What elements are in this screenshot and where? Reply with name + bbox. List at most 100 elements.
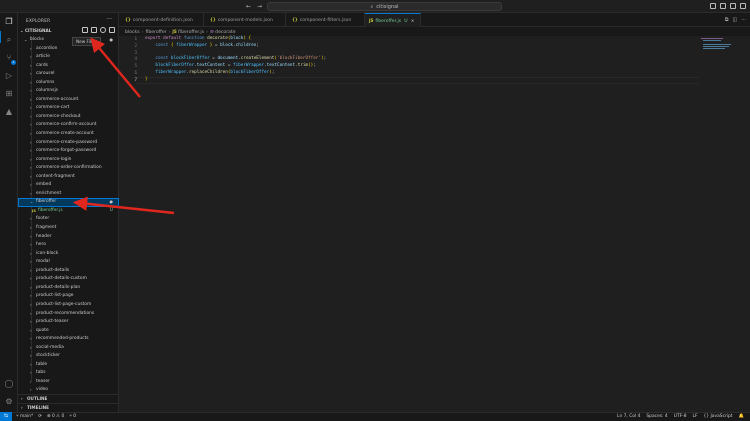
tab-component-definition[interactable]: {} component-definition.json	[119, 13, 204, 27]
folder-item[interactable]: ⌄ fiberoffer ●	[18, 198, 119, 207]
tab-fiberoffer-js[interactable]: JS fiberoffer.js U ×	[365, 13, 421, 27]
folder-item[interactable]: › product-teaser	[18, 318, 119, 327]
modified-dot: ●	[109, 199, 114, 205]
folder-item[interactable]: › table	[18, 361, 119, 370]
folder-item[interactable]: › hero	[18, 241, 119, 250]
explorer-icon[interactable]: ❐	[4, 17, 14, 27]
remote-icon[interactable]: ⇆	[0, 412, 12, 421]
indentation[interactable]: Spaces: 4	[646, 413, 667, 421]
back-arrow-icon[interactable]: ←	[246, 3, 251, 10]
folder-item[interactable]: › columnsjs	[18, 87, 119, 96]
more-actions-icon[interactable]: ···	[106, 16, 112, 23]
encoding[interactable]: UTF-8	[674, 413, 687, 421]
file-tree: ⌄ blocks ● › accordion › article › cards › carouse…	[18, 36, 119, 395]
folder-item[interactable]: › product-list-page	[18, 292, 119, 301]
chevron-right-icon: ›	[30, 131, 32, 137]
folder-item[interactable]: › article	[18, 53, 119, 62]
toggle-secondary-sidebar-icon[interactable]	[730, 3, 736, 9]
file-item[interactable]: JS fiberoffer.js U	[18, 207, 119, 216]
new-file-icon[interactable]	[82, 27, 88, 33]
folder-item[interactable]: › columns	[18, 79, 119, 88]
folder-item[interactable]: › commerce-create-password	[18, 139, 119, 148]
folder-item[interactable]: ⌄ blocks ●	[18, 36, 119, 45]
timeline-section[interactable]: › TIMELINE	[18, 403, 119, 411]
folder-item[interactable]: › commerce-order-confirmation	[18, 164, 119, 173]
folder-item[interactable]: › commerce-login	[18, 156, 119, 165]
folder-item[interactable]: › carousel	[18, 70, 119, 79]
close-icon[interactable]: ×	[411, 19, 415, 24]
breadcrumb-item[interactable]: blocks	[125, 30, 140, 35]
project-header[interactable]: ⌄ CITISIGNAL	[20, 28, 51, 33]
account-icon[interactable]: ◯	[4, 379, 14, 389]
folder-item[interactable]: › product-details	[18, 267, 119, 276]
search-icon[interactable]: ⌕	[4, 35, 14, 45]
minimap-line	[703, 40, 721, 41]
ports-indicator[interactable]: ⑂ 0	[69, 413, 76, 421]
split-editor-icon[interactable]: ◫	[732, 17, 737, 23]
toggle-panel-icon[interactable]	[720, 3, 726, 9]
folder-item[interactable]: › recommended-products	[18, 335, 119, 344]
folder-item[interactable]: › product-details-plan	[18, 284, 119, 293]
folder-item[interactable]: › tabs	[18, 369, 119, 378]
folder-item[interactable]: › product-list-page-custom	[18, 301, 119, 310]
folder-item[interactable]: › embed	[18, 181, 119, 190]
tab-component-models[interactable]: {} component-models.json	[204, 13, 286, 27]
compare-changes-icon[interactable]: ⧉	[725, 17, 729, 23]
folder-item[interactable]: › fragment	[18, 224, 119, 233]
settings-gear-icon[interactable]: ⚙	[4, 397, 14, 407]
language-mode[interactable]: {} JavaScript	[704, 413, 733, 421]
outline-section[interactable]: › OUTLINE	[18, 394, 119, 402]
folder-item[interactable]: › product-details-custom	[18, 275, 119, 284]
sync-icon[interactable]: ⟳	[38, 413, 42, 421]
folder-item[interactable]: › commerce-confirm-account	[18, 121, 119, 130]
extensions-icon[interactable]: ⊞	[4, 89, 14, 99]
folder-item[interactable]: › teaser	[18, 378, 119, 387]
folder-item[interactable]: › commerce-checkout	[18, 113, 119, 122]
collapse-all-icon[interactable]	[109, 27, 115, 33]
problems-indicator[interactable]: ⊗ 0 ⚠ 0	[47, 413, 64, 421]
run-debug-icon[interactable]: ▷	[4, 71, 14, 81]
tab-component-filters[interactable]: {} component-filters.json	[286, 13, 365, 27]
explorer-actions	[82, 27, 115, 33]
folder-item[interactable]: › content-fragment	[18, 173, 119, 182]
chevron-right-icon: ›	[30, 156, 32, 162]
toggle-primary-sidebar-icon[interactable]	[710, 3, 716, 9]
folder-item[interactable]: › stockticker	[18, 352, 119, 361]
folder-item[interactable]: › quote	[18, 327, 119, 336]
folder-item[interactable]: › accordion	[18, 45, 119, 54]
breadcrumb-item[interactable]: fiberoffer	[145, 30, 166, 35]
refresh-icon[interactable]	[100, 27, 106, 33]
customize-layout-icon[interactable]	[740, 3, 746, 9]
chevron-right-icon: ›	[30, 361, 32, 367]
code-editor[interactable]: 1234567 export default function decorate…	[119, 36, 699, 412]
folder-item[interactable]: › icon-block	[18, 250, 119, 259]
folder-item[interactable]: › modal	[18, 258, 119, 267]
folder-item[interactable]: › product-recommendations	[18, 310, 119, 319]
folder-item[interactable]: › footer	[18, 215, 119, 224]
more-actions-icon[interactable]: ···	[741, 17, 746, 23]
folder-item[interactable]: › commerce-account	[18, 96, 119, 105]
folder-item[interactable]: › header	[18, 233, 119, 242]
folder-item[interactable]: › social-media	[18, 344, 119, 353]
branch-indicator[interactable]: ⑂ main*	[16, 413, 33, 421]
folder-label: product-details-plan	[36, 284, 81, 290]
folder-item[interactable]: › cards	[18, 62, 119, 71]
folder-item[interactable]: › commerce-cart	[18, 104, 119, 113]
forward-arrow-icon[interactable]: →	[257, 3, 262, 10]
source-control-icon[interactable]: ⑂ 1	[4, 53, 16, 65]
breadcrumb-item[interactable]: decorate	[215, 30, 235, 35]
command-center-search[interactable]: ⌕ citisignal	[267, 2, 502, 11]
breadcrumb-item[interactable]: fiberoffer.js	[178, 30, 204, 35]
cursor-position[interactable]: Ln 7, Col 4	[617, 413, 640, 421]
minimap[interactable]	[699, 36, 750, 412]
adobe-icon[interactable]: ▲	[4, 107, 14, 117]
chevron-right-icon: ›	[30, 267, 32, 273]
code-content[interactable]: export default function decorate(block) …	[145, 36, 326, 84]
folder-item[interactable]: › enrichment	[18, 190, 119, 199]
notifications-bell-icon[interactable]: 🔔	[739, 413, 744, 421]
end-of-line[interactable]: LF	[693, 413, 698, 421]
folder-item[interactable]: › commerce-forgot-password	[18, 147, 119, 156]
new-folder-icon[interactable]	[91, 27, 97, 33]
search-icon: ⌕	[370, 3, 374, 10]
folder-item[interactable]: › commerce-create-account	[18, 130, 119, 139]
